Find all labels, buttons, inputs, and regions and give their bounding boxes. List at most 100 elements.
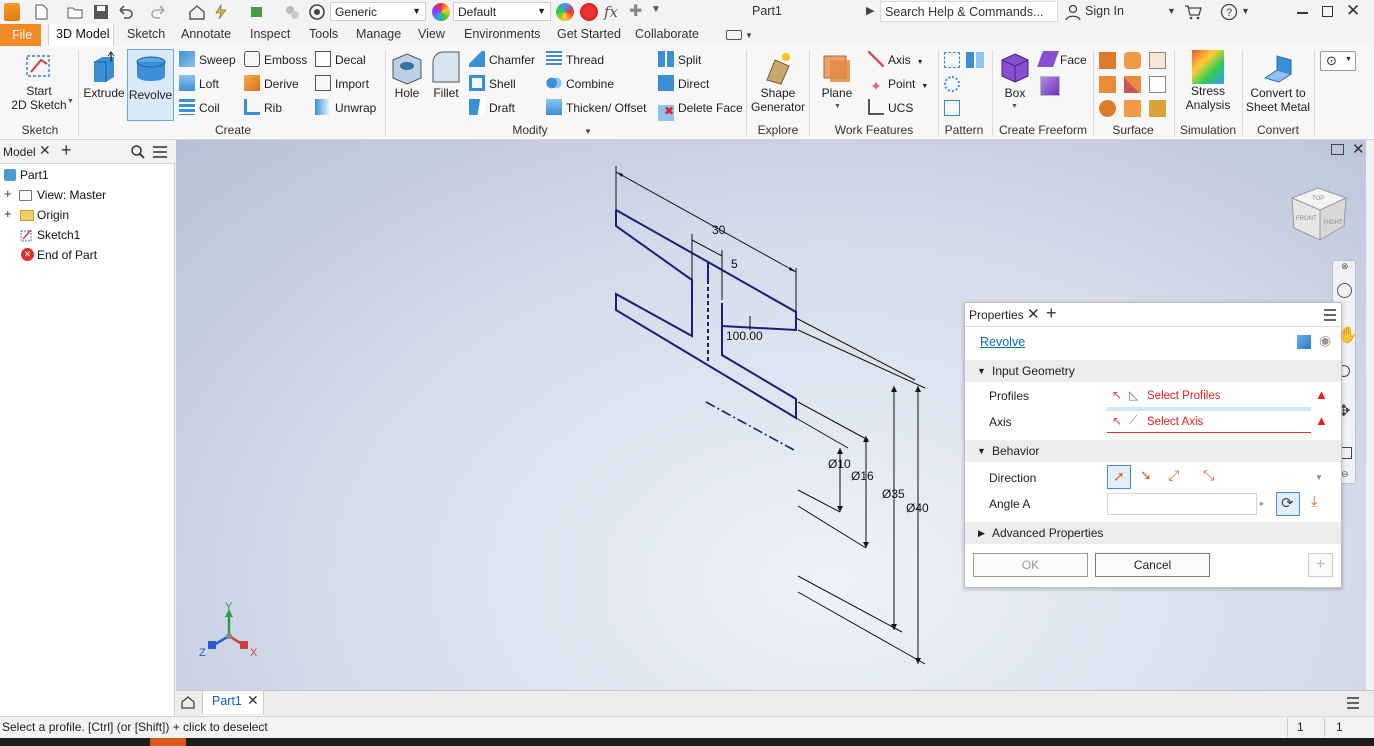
surface-ruled-icon[interactable]	[1099, 100, 1116, 117]
plus-icon[interactable]: ✚	[629, 1, 642, 21]
home-icon[interactable]	[188, 3, 206, 21]
material-icon[interactable]	[283, 3, 301, 21]
ok-button[interactable]: OK	[973, 553, 1088, 577]
profile-outline[interactable]	[615, 210, 797, 420]
angle-a-input[interactable]	[1107, 493, 1257, 515]
axis-button[interactable]: Axis ▼	[868, 50, 924, 70]
feature-name-link[interactable]: Revolve	[980, 335, 1025, 349]
chevron-down-icon[interactable]: ▼	[67, 98, 74, 105]
apply-plus-button[interactable]: +	[1308, 553, 1333, 577]
tree-item-view-master[interactable]: + View: Master	[0, 185, 175, 205]
tab-environments[interactable]: Environments	[464, 27, 540, 41]
undo-icon[interactable]	[116, 3, 134, 21]
appearance-ball-icon[interactable]	[308, 3, 326, 21]
app-logo-icon[interactable]	[4, 3, 20, 21]
tab-annotate[interactable]: Annotate	[181, 27, 231, 41]
clear-appearance-icon[interactable]	[580, 3, 598, 21]
customize-navbar-icon[interactable]: ⊖	[1341, 469, 1349, 480]
close-tab-icon[interactable]: ✕	[247, 692, 259, 709]
taskbar-app-icon[interactable]	[150, 738, 186, 746]
close-navbar-icon[interactable]: ⊗	[1341, 261, 1349, 272]
stress-analysis-button[interactable]: Stress Analysis	[1178, 50, 1238, 112]
update-icon[interactable]	[212, 3, 230, 21]
sketch-profile[interactable]	[615, 209, 797, 420]
tab-file[interactable]: File	[0, 24, 41, 46]
sweep-button[interactable]: Sweep	[179, 50, 236, 70]
search-help-input[interactable]: Search Help & Commands...	[880, 1, 1058, 22]
material-dropdown[interactable]: Generic ▼	[330, 2, 426, 21]
tab-view[interactable]: View	[418, 27, 445, 41]
properties-title[interactable]: Properties	[969, 308, 1024, 322]
cancel-button[interactable]: Cancel	[1095, 553, 1210, 577]
user-icon[interactable]	[1064, 3, 1082, 21]
close-properties-icon[interactable]: ✕	[1027, 305, 1040, 323]
direction-default-button[interactable]: ➚	[1107, 465, 1131, 489]
minimize-icon[interactable]	[1297, 12, 1308, 14]
maximize-view-icon[interactable]	[1331, 144, 1344, 155]
unwrap-button[interactable]: Unwrap	[315, 98, 376, 118]
full-revolution-button[interactable]: ⟳	[1276, 492, 1300, 516]
dimension-dia16[interactable]: Ø16	[851, 469, 874, 483]
tab-3d-model[interactable]: 3D Model	[48, 24, 114, 46]
point-button[interactable]: ✦ Point ▼	[868, 74, 928, 94]
search-icon[interactable]	[130, 144, 146, 160]
extrude-button[interactable]: Extrude	[82, 50, 126, 100]
help-icon[interactable]: ?	[1220, 3, 1238, 21]
surface-patch-icon[interactable]	[1149, 52, 1166, 69]
face-button[interactable]: Face	[1037, 50, 1087, 70]
menu-icon[interactable]	[152, 145, 168, 159]
dimension-30[interactable]: 30	[712, 223, 726, 237]
viewcube[interactable]: TOP FRONT RIGHT	[1290, 187, 1348, 241]
freeform-convert-icon[interactable]	[1040, 76, 1060, 96]
ucs-button[interactable]: UCS	[868, 98, 913, 118]
eye-icon[interactable]: ◉	[1319, 332, 1331, 349]
box-button[interactable]: Box	[996, 50, 1034, 100]
sign-in-link[interactable]: Sign In	[1085, 4, 1124, 18]
dimension-5[interactable]: 5	[731, 257, 738, 271]
sketch-pattern-icon[interactable]	[944, 100, 960, 116]
circular-pattern-icon[interactable]	[944, 76, 960, 92]
appearance-dropdown[interactable]: Default ▼	[453, 2, 551, 21]
mirror-icon[interactable]	[966, 52, 984, 68]
surface-stitch-icon[interactable]	[1099, 52, 1116, 69]
add-panel-icon[interactable]: +	[1046, 303, 1057, 324]
revolve-button[interactable]: Revolve	[127, 49, 174, 121]
save-icon[interactable]	[92, 3, 110, 21]
direction-flipped-button[interactable]: ➘	[1135, 465, 1159, 489]
appearance-override-icon[interactable]	[556, 3, 574, 21]
section-advanced-properties[interactable]: ▶ Advanced Properties	[965, 522, 1341, 544]
open-folder-icon[interactable]	[66, 3, 84, 21]
close-browser-icon[interactable]: ✕	[39, 142, 51, 159]
ribbon-options-button[interactable]: ⊙ ▼	[1320, 51, 1356, 71]
axis-selector[interactable]: ↖ ⟋ Select Axis	[1107, 411, 1311, 433]
close-view-icon[interactable]: ✕	[1352, 140, 1365, 158]
section-input-geometry[interactable]: ▼ Input Geometry	[965, 360, 1341, 382]
direction-asymmetric-button[interactable]: ⤡	[1198, 465, 1222, 489]
overflow-arrow-icon[interactable]: ▶	[866, 4, 874, 17]
decal-button[interactable]: Decal	[315, 50, 366, 70]
thicken-offset-button[interactable]: Thicken/ Offset	[546, 98, 646, 118]
to-face-icon[interactable]: ⤓	[1311, 493, 1318, 510]
customize-chevron-icon[interactable]: ▼	[651, 4, 661, 15]
tab-collaborate[interactable]: Collaborate	[635, 27, 699, 41]
dimension-dia40[interactable]: Ø40	[906, 501, 929, 515]
combine-button[interactable]: Combine	[546, 74, 614, 94]
chevron-down-icon[interactable]: ▼	[834, 103, 841, 110]
chevron-down-icon[interactable]: ▼	[1011, 103, 1018, 110]
delete-face-button[interactable]: ✖ Delete Face	[658, 98, 743, 121]
emboss-button[interactable]: Emboss	[244, 50, 307, 70]
start-2d-sketch-button[interactable]: Start 2D Sketch	[10, 50, 68, 112]
arrow-right-icon[interactable]: ▸	[1260, 499, 1264, 508]
document-tab-part1[interactable]: Part1 ✕	[202, 691, 264, 714]
restore-icon[interactable]	[1322, 6, 1333, 17]
tab-manage[interactable]: Manage	[356, 27, 401, 41]
derive-button[interactable]: Derive	[244, 74, 299, 94]
menu-icon[interactable]	[1323, 309, 1337, 321]
tab-get-started[interactable]: Get Started	[557, 27, 621, 41]
surface-fit-mesh-icon[interactable]	[1149, 100, 1166, 117]
chamfer-button[interactable]: Chamfer	[469, 50, 535, 70]
expand-plus-icon[interactable]: +	[4, 184, 12, 204]
loft-button[interactable]: Loft	[179, 74, 219, 94]
shape-generator-button[interactable]: Shape Generator	[750, 50, 806, 114]
fx-parameters-icon[interactable]: fx	[604, 3, 618, 21]
